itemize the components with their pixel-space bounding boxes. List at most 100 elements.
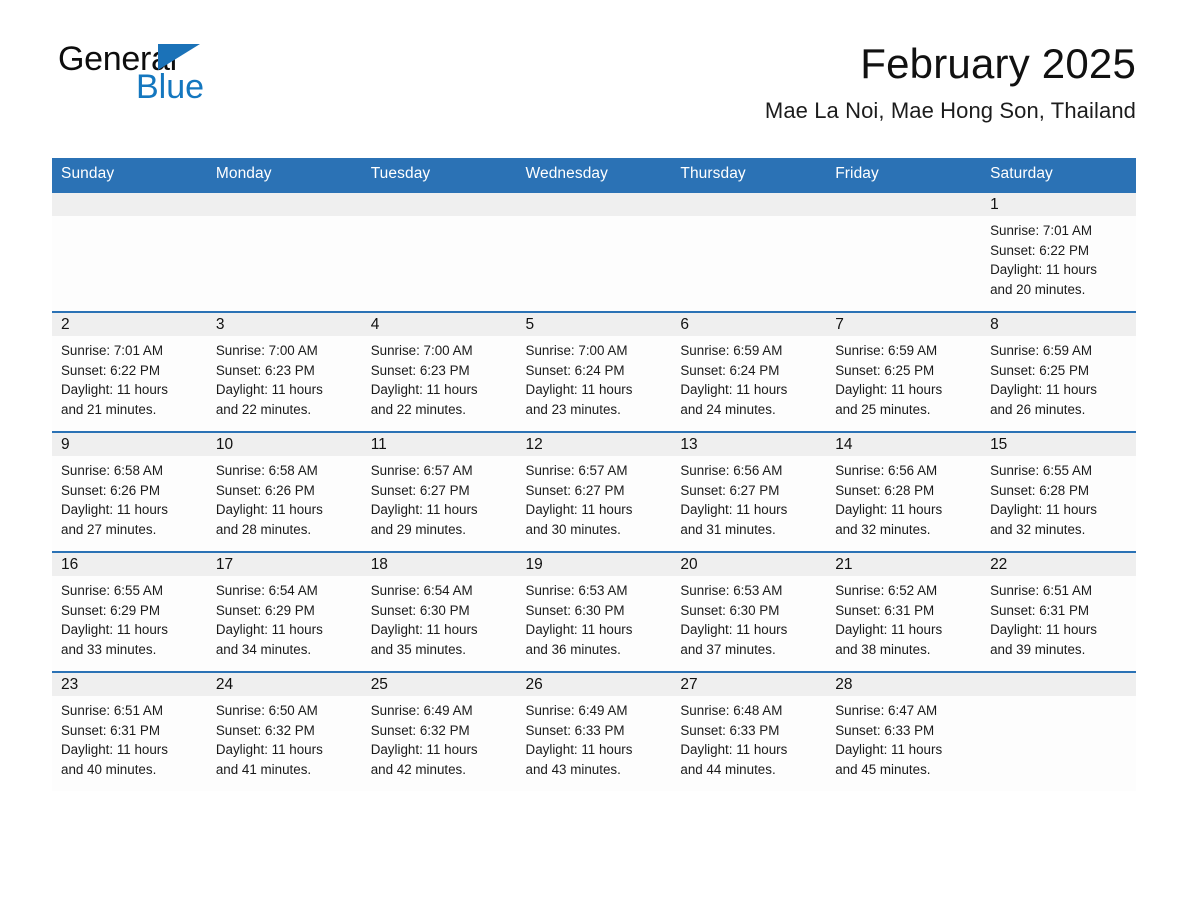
- page-header: General Blue February 2025 Mae La Noi, M…: [52, 0, 1136, 123]
- weekday-header-saturday: Saturday: [981, 158, 1136, 192]
- day-details: Sunrise: 6:49 AM Sunset: 6:32 PM Dayligh…: [370, 703, 478, 777]
- logo-text-blue: Blue: [136, 68, 205, 106]
- day-cell[interactable]: 8 Sunrise: 6:59 AM Sunset: 6:25 PM Daylig…: [981, 311, 1136, 432]
- day-details: Sunrise: 6:54 AM Sunset: 6:29 PM Dayligh…: [215, 583, 323, 657]
- day-cell[interactable]: 21 Sunrise: 6:52 AM Sunset: 6:31 PM Dayli…: [826, 551, 982, 672]
- weekday-header-sunday: Sunday: [52, 158, 207, 192]
- calendar-week-row: 9 Sunrise: 6:58 AM Sunset: 6:26 PM Daylig…: [52, 431, 1136, 552]
- day-cell-empty: [671, 191, 827, 312]
- day-number: 4: [361, 313, 517, 336]
- day-details: Sunrise: 6:52 AM Sunset: 6:31 PM Dayligh…: [835, 583, 943, 657]
- day-number: 28: [826, 673, 982, 696]
- day-details: Sunrise: 6:51 AM Sunset: 6:31 PM Dayligh…: [61, 703, 168, 777]
- weekday-header-friday: Friday: [826, 158, 982, 192]
- day-cell[interactable]: 17 Sunrise: 6:54 AM Sunset: 6:29 PM Dayli…: [206, 551, 362, 672]
- day-cell[interactable]: 5 Sunrise: 7:00 AM Sunset: 6:24 PM Daylig…: [516, 311, 672, 432]
- calendar-body: 1 Sunrise: 7:01 AM Sunset: 6:22 PM Daylig…: [52, 191, 1136, 791]
- calendar-table: Sunday Monday Tuesday Wednesday Thursday…: [52, 158, 1136, 791]
- day-cell[interactable]: 15 Sunrise: 6:55 AM Sunset: 6:28 PM Dayli…: [981, 431, 1136, 552]
- day-details: Sunrise: 6:59 AM Sunset: 6:25 PM Dayligh…: [990, 343, 1097, 417]
- day-number: 22: [981, 553, 1136, 576]
- day-cell[interactable]: 2 Sunrise: 7:01 AM Sunset: 6:22 PM Daylig…: [52, 311, 207, 432]
- day-number: 12: [516, 433, 672, 456]
- day-number: 6: [671, 313, 827, 336]
- day-cell[interactable]: 9 Sunrise: 6:58 AM Sunset: 6:26 PM Daylig…: [52, 431, 207, 552]
- day-details: Sunrise: 6:58 AM Sunset: 6:26 PM Dayligh…: [61, 463, 168, 537]
- day-details: [362, 216, 517, 221]
- day-details: Sunrise: 7:00 AM Sunset: 6:23 PM Dayligh…: [370, 343, 478, 417]
- day-number: [981, 673, 1136, 696]
- day-details: [671, 216, 826, 221]
- day-cell[interactable]: 16 Sunrise: 6:55 AM Sunset: 6:29 PM Dayli…: [52, 551, 207, 672]
- day-number: 2: [52, 313, 207, 336]
- day-cell-empty: [52, 191, 207, 312]
- day-details: [207, 216, 362, 221]
- day-cell[interactable]: 12 Sunrise: 6:57 AM Sunset: 6:27 PM Dayli…: [516, 431, 672, 552]
- day-cell[interactable]: 24 Sunrise: 6:50 AM Sunset: 6:32 PM Dayli…: [206, 671, 362, 791]
- day-details: [826, 216, 981, 221]
- day-number: 9: [52, 433, 207, 456]
- day-details: Sunrise: 6:58 AM Sunset: 6:26 PM Dayligh…: [215, 463, 323, 537]
- day-details: Sunrise: 6:48 AM Sunset: 6:33 PM Dayligh…: [680, 703, 788, 777]
- day-details: [52, 216, 207, 221]
- day-cell[interactable]: 11 Sunrise: 6:57 AM Sunset: 6:27 PM Dayli…: [361, 431, 517, 552]
- day-cell[interactable]: 14 Sunrise: 6:56 AM Sunset: 6:28 PM Dayli…: [826, 431, 982, 552]
- day-details: Sunrise: 7:01 AM Sunset: 6:22 PM Dayligh…: [990, 223, 1097, 297]
- day-number: 13: [671, 433, 827, 456]
- day-number: 5: [516, 313, 672, 336]
- day-details: Sunrise: 6:53 AM Sunset: 6:30 PM Dayligh…: [525, 583, 633, 657]
- day-cell[interactable]: 23 Sunrise: 6:51 AM Sunset: 6:31 PM Dayli…: [52, 671, 207, 791]
- day-number: 21: [826, 553, 982, 576]
- day-details: Sunrise: 6:47 AM Sunset: 6:33 PM Dayligh…: [835, 703, 943, 777]
- weekday-header-monday: Monday: [206, 158, 362, 192]
- day-details: Sunrise: 6:59 AM Sunset: 6:25 PM Dayligh…: [835, 343, 943, 417]
- day-cell[interactable]: 7 Sunrise: 6:59 AM Sunset: 6:25 PM Daylig…: [826, 311, 982, 432]
- day-cell[interactable]: 13 Sunrise: 6:56 AM Sunset: 6:27 PM Dayli…: [671, 431, 827, 552]
- day-number: 27: [671, 673, 827, 696]
- weekday-header-thursday: Thursday: [671, 158, 827, 192]
- calendar-week-row: 2 Sunrise: 7:01 AM Sunset: 6:22 PM Daylig…: [52, 311, 1136, 432]
- calendar-week-row: 1 Sunrise: 7:01 AM Sunset: 6:22 PM Daylig…: [52, 191, 1136, 312]
- day-cell[interactable]: 27 Sunrise: 6:48 AM Sunset: 6:33 PM Dayli…: [671, 671, 827, 791]
- day-cell[interactable]: 25 Sunrise: 6:49 AM Sunset: 6:32 PM Dayli…: [361, 671, 517, 791]
- day-cell-empty: [361, 191, 517, 312]
- day-number: [826, 193, 982, 216]
- title-block: February 2025 Mae La Noi, Mae Hong Son, …: [765, 0, 1136, 124]
- day-cell-empty: [826, 191, 982, 312]
- day-details: Sunrise: 7:00 AM Sunset: 6:23 PM Dayligh…: [215, 343, 323, 417]
- weekday-header-tuesday: Tuesday: [361, 158, 517, 192]
- day-cell[interactable]: 28 Sunrise: 6:47 AM Sunset: 6:33 PM Dayli…: [826, 671, 982, 791]
- day-cell[interactable]: 20 Sunrise: 6:53 AM Sunset: 6:30 PM Dayli…: [671, 551, 827, 672]
- day-number: 24: [206, 673, 362, 696]
- day-number: 15: [981, 433, 1136, 456]
- day-number: 23: [52, 673, 207, 696]
- calendar-week-row: 23 Sunrise: 6:51 AM Sunset: 6:31 PM Dayli…: [52, 671, 1136, 791]
- day-details: Sunrise: 7:01 AM Sunset: 6:22 PM Dayligh…: [61, 343, 168, 417]
- weekday-header-wednesday: Wednesday: [516, 158, 672, 192]
- day-number: 10: [206, 433, 362, 456]
- day-cell[interactable]: 6 Sunrise: 6:59 AM Sunset: 6:24 PM Daylig…: [671, 311, 827, 432]
- day-cell[interactable]: 10 Sunrise: 6:58 AM Sunset: 6:26 PM Dayli…: [206, 431, 362, 552]
- general-blue-logo: General Blue: [58, 42, 318, 114]
- day-number: [52, 193, 207, 216]
- day-details: Sunrise: 6:53 AM Sunset: 6:30 PM Dayligh…: [680, 583, 788, 657]
- day-cell[interactable]: 26 Sunrise: 6:49 AM Sunset: 6:33 PM Dayli…: [516, 671, 672, 791]
- day-cell[interactable]: 22 Sunrise: 6:51 AM Sunset: 6:31 PM Dayli…: [981, 551, 1136, 672]
- day-number: 14: [826, 433, 982, 456]
- day-cell[interactable]: 18 Sunrise: 6:54 AM Sunset: 6:30 PM Dayli…: [361, 551, 517, 672]
- day-details: Sunrise: 6:56 AM Sunset: 6:28 PM Dayligh…: [835, 463, 943, 537]
- day-number: 25: [361, 673, 517, 696]
- day-details: Sunrise: 6:57 AM Sunset: 6:27 PM Dayligh…: [525, 463, 633, 537]
- day-cell[interactable]: 19 Sunrise: 6:53 AM Sunset: 6:30 PM Dayli…: [516, 551, 672, 672]
- day-number: [361, 193, 517, 216]
- day-cell[interactable]: 4 Sunrise: 7:00 AM Sunset: 6:23 PM Daylig…: [361, 311, 517, 432]
- day-details: Sunrise: 6:55 AM Sunset: 6:28 PM Dayligh…: [990, 463, 1097, 537]
- day-number: 18: [361, 553, 517, 576]
- day-details: [517, 216, 672, 221]
- day-details: Sunrise: 6:54 AM Sunset: 6:30 PM Dayligh…: [370, 583, 478, 657]
- day-cell[interactable]: 3 Sunrise: 7:00 AM Sunset: 6:23 PM Daylig…: [206, 311, 362, 432]
- day-details: Sunrise: 6:50 AM Sunset: 6:32 PM Dayligh…: [215, 703, 323, 777]
- page-title: February 2025: [860, 40, 1136, 87]
- day-number: [516, 193, 672, 216]
- day-cell[interactable]: 1 Sunrise: 7:01 AM Sunset: 6:22 PM Daylig…: [981, 191, 1136, 312]
